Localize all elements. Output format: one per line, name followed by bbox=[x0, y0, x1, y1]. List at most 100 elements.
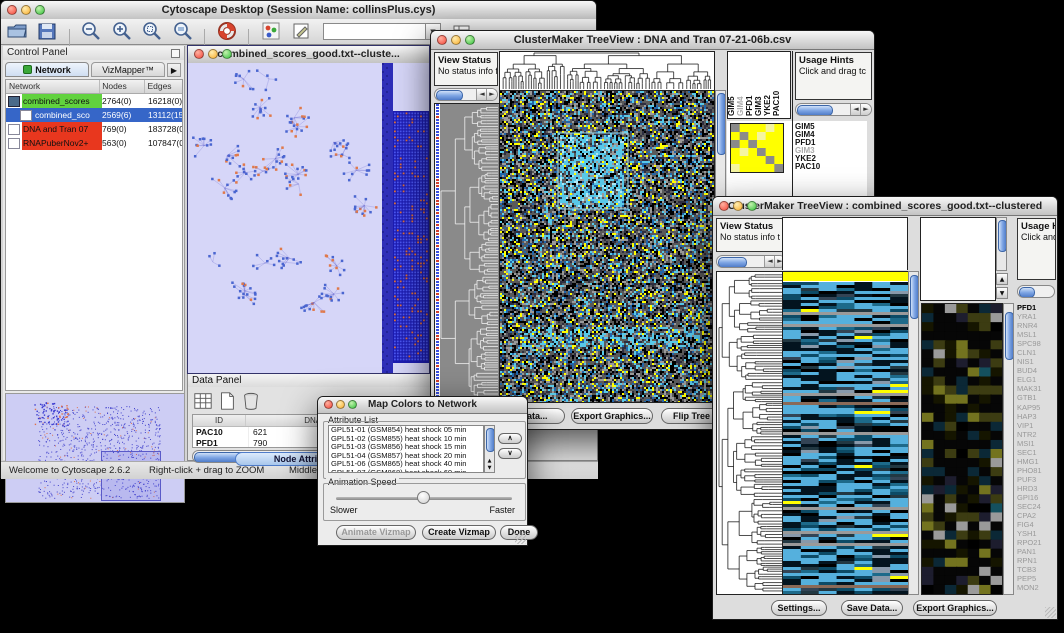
delete-attribute-trash-icon[interactable] bbox=[241, 391, 261, 411]
treeview-dna-title-bar[interactable]: ClusterMaker TreeView : DNA and Tran 07-… bbox=[431, 31, 874, 50]
save-icon[interactable] bbox=[36, 20, 58, 42]
gene-label[interactable]: HMG1 bbox=[1017, 457, 1055, 466]
array-column-label[interactable]: GPL51-02 (GSM855) bbox=[920, 300, 935, 301]
gene-label[interactable]: GPI16 bbox=[1017, 493, 1055, 502]
table-row[interactable]: combined_scores2764(0)16218(0) bbox=[6, 94, 182, 108]
gene-label[interactable]: CPA2 bbox=[1017, 511, 1055, 520]
gene-label[interactable]: HAP3 bbox=[1017, 412, 1055, 421]
heatmap-column-label[interactable]: GIM4 bbox=[736, 96, 745, 116]
array-column-label[interactable]: GPL51-03 (GSM856) bbox=[920, 300, 946, 301]
resize-grip[interactable] bbox=[1045, 607, 1056, 618]
float-panel-icon[interactable] bbox=[171, 49, 180, 58]
annotation-icon[interactable] bbox=[290, 20, 312, 42]
zoom-out-icon[interactable] bbox=[80, 20, 102, 42]
array-column-label[interactable]: GPL51-01 (GSM854) bbox=[920, 300, 925, 301]
attribute-list[interactable]: GPL51-01 (GSM854) heat shock 05 minGPL51… bbox=[328, 425, 484, 473]
heatmap-column-label[interactable]: YKE2 bbox=[763, 95, 772, 116]
treeview-combined-title-bar[interactable]: ClusterMaker TreeView : combined_scores_… bbox=[713, 197, 1057, 216]
zoom-window-icon[interactable] bbox=[222, 49, 232, 59]
export-graphics-button[interactable]: Export Graphics... bbox=[571, 408, 653, 424]
move-attribute-down-button[interactable]: ∨ bbox=[498, 448, 522, 459]
gene-label[interactable]: BUD4 bbox=[1017, 366, 1055, 375]
array-column-label[interactable]: GPL51-04 (GSM857) bbox=[920, 300, 956, 301]
gene-label[interactable]: MAK31 bbox=[1017, 384, 1055, 393]
dialog-title-bar[interactable]: Map Colors to Network bbox=[318, 397, 527, 414]
attribute-list-item[interactable]: GPL51-07 (GSM868) heat shock 60 min bbox=[329, 469, 483, 473]
close-icon[interactable] bbox=[324, 400, 333, 409]
array-column-label[interactable]: GPL51-06 (GSM865) bbox=[920, 300, 966, 301]
scroll-down-icon[interactable]: ▼ bbox=[996, 287, 1008, 299]
gene-label[interactable]: SPC98 bbox=[1017, 339, 1055, 348]
close-icon[interactable] bbox=[437, 35, 447, 45]
heatmap-column-label[interactable]: GIM3 bbox=[754, 96, 763, 116]
close-icon[interactable] bbox=[719, 201, 729, 211]
gene-label[interactable]: HRD3 bbox=[1017, 484, 1055, 493]
gene-label[interactable]: PHO81 bbox=[1017, 466, 1055, 475]
scroll-down-icon[interactable]: ▼ bbox=[485, 465, 494, 471]
export-graphics-button[interactable]: Export Graphics... bbox=[913, 600, 997, 616]
zoom-window-icon[interactable] bbox=[348, 400, 357, 409]
gene-label[interactable]: MSL1 bbox=[1017, 330, 1055, 339]
table-row[interactable]: DNA and Tran 07769(0)183728(0) bbox=[6, 122, 182, 136]
tab-vizmapper[interactable]: VizMapper™ bbox=[91, 62, 165, 77]
zoom-selected-icon[interactable] bbox=[141, 20, 163, 42]
gene-label[interactable]: NIS1 bbox=[1017, 357, 1055, 366]
gene-label[interactable]: TCB3 bbox=[1017, 565, 1055, 574]
gene-label[interactable]: RNR4 bbox=[1017, 321, 1055, 330]
settings-button[interactable]: Settings... bbox=[771, 600, 827, 616]
move-attribute-up-button[interactable]: ∧ bbox=[498, 433, 522, 444]
zoom-window-icon[interactable] bbox=[747, 201, 757, 211]
gene-label[interactable]: KAP95 bbox=[1017, 403, 1055, 412]
scroll-right-icon[interactable]: ► bbox=[486, 89, 497, 100]
save-data-button[interactable]: Save Data... bbox=[841, 600, 903, 616]
scroll-right-icon[interactable]: ► bbox=[860, 104, 871, 115]
gene-label[interactable]: PAN1 bbox=[1017, 547, 1055, 556]
resize-grip[interactable] bbox=[515, 533, 526, 544]
heatmap-global-canvas[interactable] bbox=[782, 271, 909, 595]
detail-hscrollbar[interactable] bbox=[1017, 285, 1055, 298]
minimize-icon[interactable] bbox=[336, 400, 345, 409]
search-input[interactable] bbox=[323, 23, 441, 40]
gene-label[interactable]: SEC24 bbox=[1017, 502, 1055, 511]
heatmap-detail-canvas[interactable] bbox=[921, 303, 1003, 595]
main-title-bar[interactable]: Cytoscape Desktop (Session Name: collins… bbox=[1, 1, 596, 20]
heatmap-column-label[interactable]: GIM5 bbox=[727, 96, 736, 116]
zoom-fit-icon[interactable] bbox=[172, 20, 194, 42]
attribute-list-vscrollbar[interactable]: ▲ ▼ bbox=[484, 425, 495, 473]
zoom-window-icon[interactable] bbox=[465, 35, 475, 45]
zoom-in-icon[interactable] bbox=[111, 20, 133, 42]
detail-vscrollbar[interactable] bbox=[1003, 303, 1014, 595]
gene-label[interactable]: CLN1 bbox=[1017, 348, 1055, 357]
gene-label[interactable]: YRA1 bbox=[1017, 312, 1055, 321]
animate-vizmap-button[interactable]: Animate Vizmap bbox=[336, 525, 416, 540]
animation-speed-slider-thumb[interactable] bbox=[417, 491, 430, 504]
column-labels-vscrollbar[interactable] bbox=[996, 217, 1007, 271]
close-icon[interactable] bbox=[7, 5, 17, 15]
column-header-nodes[interactable]: Nodes bbox=[100, 80, 145, 93]
gene-label[interactable]: RPN1 bbox=[1017, 556, 1055, 565]
detail-hscrollbar[interactable]: ◄ ► bbox=[795, 103, 872, 116]
row-dendrogram-canvas[interactable] bbox=[434, 103, 500, 404]
minimize-icon[interactable] bbox=[451, 35, 461, 45]
heatmap-global-canvas[interactable] bbox=[499, 90, 715, 403]
column-header-edges[interactable]: Edges bbox=[145, 80, 182, 93]
close-icon[interactable] bbox=[194, 49, 204, 59]
array-column-label[interactable]: GPL51-07 (GSM868) bbox=[920, 300, 977, 301]
heatmap-row-label[interactable]: PAC10 bbox=[795, 163, 839, 171]
tab-overflow-arrow-icon[interactable]: ▶ bbox=[167, 63, 181, 77]
network-canvas[interactable] bbox=[188, 63, 429, 373]
gene-label[interactable]: VIP1 bbox=[1017, 421, 1055, 430]
scroll-up-icon[interactable]: ▲ bbox=[485, 458, 494, 464]
open-file-icon[interactable] bbox=[6, 20, 28, 42]
gene-label[interactable]: NTR2 bbox=[1017, 430, 1055, 439]
table-row[interactable]: RNAPuberNov2+563(0)107847(0) bbox=[6, 136, 182, 150]
rowtree-hscrollbar[interactable]: ◄ ► bbox=[716, 255, 786, 268]
gene-label[interactable]: RPO21 bbox=[1017, 538, 1055, 547]
zoom-window-icon[interactable] bbox=[35, 5, 45, 15]
new-attribute-icon[interactable] bbox=[217, 391, 237, 411]
gene-label[interactable]: SEC1 bbox=[1017, 448, 1055, 457]
table-row[interactable]: combined_sco2569(6)13112(15) bbox=[6, 108, 182, 122]
tab-network[interactable]: Network bbox=[5, 62, 89, 77]
gene-label[interactable]: PFD1 bbox=[1017, 303, 1055, 312]
gene-label[interactable]: GTB1 bbox=[1017, 393, 1055, 402]
